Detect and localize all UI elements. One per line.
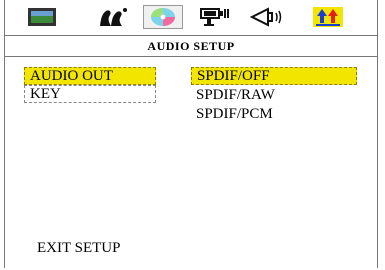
tab-audio[interactable] — [143, 5, 183, 29]
tab-language[interactable] — [92, 5, 132, 29]
menu-item-audio-out[interactable]: AUDIO OUT — [24, 67, 156, 85]
audio-disc-icon — [151, 8, 175, 26]
exit-setup-button[interactable]: EXIT SETUP — [37, 240, 120, 257]
option-spdif-pcm[interactable]: SPDIF/PCM — [191, 106, 357, 124]
option-spdif-raw[interactable]: SPDIF/RAW — [191, 87, 357, 105]
speaker-icon — [250, 7, 282, 27]
preference-arrows-icon — [313, 7, 343, 27]
tab-video[interactable] — [195, 5, 235, 29]
tab-general[interactable] — [22, 5, 62, 29]
menu-item-key[interactable]: KEY — [24, 85, 156, 103]
tab-speaker[interactable] — [247, 5, 287, 29]
option-spdif-off[interactable]: SPDIF/OFF — [191, 67, 357, 85]
language-people-icon — [100, 8, 127, 26]
icon-tab-bar — [5, 0, 377, 34]
video-projector-icon — [200, 8, 229, 26]
setup-window: AUDIO SETUP AUDIO OUT KEY SPDIF/OFF SPDI… — [4, 0, 378, 268]
page-title: AUDIO SETUP — [5, 35, 377, 57]
monitor-icon — [28, 8, 56, 26]
tab-preference[interactable] — [308, 5, 348, 29]
